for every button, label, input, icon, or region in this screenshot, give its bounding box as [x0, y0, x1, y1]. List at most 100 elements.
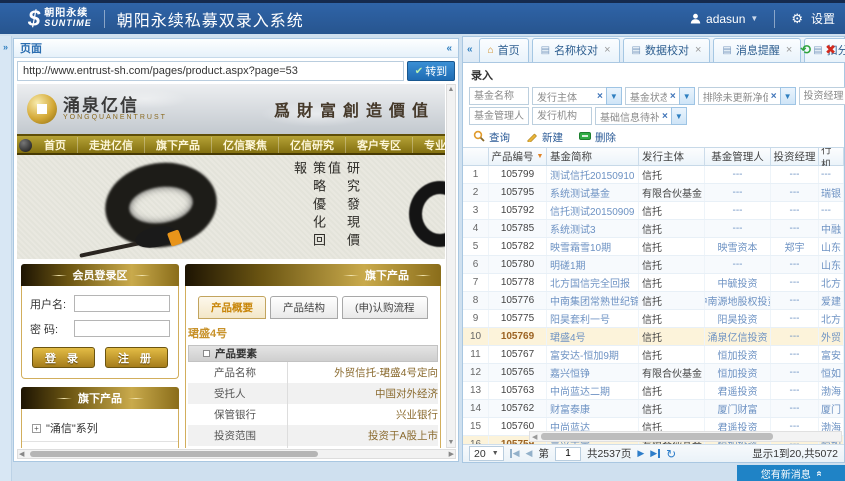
table-row[interactable]: 10105769珺盛4号信托涌泉亿信投资---外贸 [463, 328, 844, 346]
manager-link[interactable]: 厦门财富 [705, 400, 771, 417]
grid-horizontal-scrollbar[interactable]: ◀ [529, 431, 842, 442]
chevron-down-icon[interactable]: ▼ [780, 87, 796, 105]
manager-link[interactable]: --- [705, 166, 771, 183]
manager-link[interactable]: 君遥投资 [705, 382, 771, 399]
close-icon[interactable]: × [695, 44, 701, 56]
site-nav-item[interactable]: 亿信研究 [279, 137, 346, 153]
scroll-up-icon[interactable]: ▲ [448, 86, 455, 93]
manager-link[interactable]: 映雪资本 [705, 238, 771, 255]
create-button[interactable]: 新建 [526, 130, 563, 145]
fund-name-link[interactable]: 嘉兴恒铮 [547, 364, 639, 381]
site-password-field[interactable] [74, 320, 170, 337]
site-nav-item[interactable]: 亿信聚焦 [212, 137, 279, 153]
first-page-button[interactable]: ◀ [510, 448, 520, 459]
manager-link[interactable]: --- [705, 184, 771, 201]
fund-name-link[interactable]: 系统测试3 [547, 220, 639, 237]
collapse-left-icon[interactable]: « [446, 43, 452, 54]
product-tab[interactable]: 产品结构 [270, 296, 338, 319]
filter-combo[interactable]: 发行主体×▼ [532, 87, 622, 105]
manager-link[interactable]: --- [705, 220, 771, 237]
go-button[interactable]: ✔ 转到 [407, 61, 455, 81]
fund-name-link[interactable]: 中南集团常熟世纪锦城 [547, 292, 639, 309]
user-menu[interactable]: adasun ▼ [690, 12, 758, 26]
fund-name-link[interactable]: 明磋1期 [547, 256, 639, 273]
manager-link[interactable]: 涌泉亿信投资 [705, 328, 771, 345]
fund-name-link[interactable]: 珺盛4号 [547, 328, 639, 345]
table-row[interactable]: 1105799测试信托20150910信托--------- [463, 166, 844, 184]
table-row[interactable]: 12105765嘉兴恒铮有限合伙基金恒加投资---恒如 [463, 364, 844, 382]
tree-item[interactable]: +"涌信"系列 [22, 415, 178, 442]
grid-header-org[interactable]: 发行机构 [819, 148, 844, 165]
site-nav-item[interactable]: 旗下产品 [145, 137, 212, 153]
product-tab[interactable]: (申)认购流程 [342, 296, 428, 319]
scroll-left-icon[interactable]: ◀ [532, 433, 537, 441]
tab-首页[interactable]: ⌂首页 [479, 38, 529, 62]
settings-button[interactable]: ⚙ 设置 [791, 10, 835, 27]
fund-name-link[interactable]: 北方国信完全回报 [547, 274, 639, 291]
fund-name-link[interactable]: 富安达-恒加9期 [547, 346, 639, 363]
fund-name-link[interactable]: 测试信托20150910 [547, 166, 639, 183]
fund-name-link[interactable]: 信托测试20150909 [547, 202, 639, 219]
manager-link[interactable]: --- [705, 256, 771, 273]
site-nav-item[interactable]: 专业理财 [413, 137, 445, 153]
refresh-icon[interactable]: ⟲ [800, 42, 811, 58]
checkbox-icon[interactable] [203, 350, 210, 357]
filter-input[interactable] [532, 107, 592, 125]
manager-link[interactable]: 恒加投资 [705, 364, 771, 381]
scrollbar-thumb[interactable] [541, 433, 773, 440]
reload-icon[interactable]: ↻ [666, 447, 676, 461]
table-row[interactable]: 13105763中尚蓝达二期信托君遥投资---渤海 [463, 382, 844, 400]
table-row[interactable]: 9105775阳昊套利一号信托阳昊投资---北方 [463, 310, 844, 328]
filter-input[interactable] [799, 87, 845, 105]
delete-button[interactable]: 删除 [579, 130, 616, 145]
table-row[interactable]: 5105782映雪霜雪10期信托映雪资本郑宇山东 [463, 238, 844, 256]
close-all-icon[interactable]: ✖ [825, 42, 836, 58]
prev-page-button[interactable]: ◀ [526, 448, 533, 459]
tab-名称校对[interactable]: ▤名称校对× [532, 38, 620, 62]
site-nav-item[interactable]: 走进亿信 [78, 137, 145, 153]
table-row[interactable]: 14105762财富泰康信托厦门财富---厦门 [463, 400, 844, 418]
close-icon[interactable]: × [786, 44, 792, 56]
filter-combo[interactable]: 基础信息待补×▼ [595, 107, 687, 125]
chevron-down-icon[interactable]: ▼ [671, 107, 687, 125]
table-row[interactable]: 11105767富安达-恒加9期信托恒加投资---富安 [463, 346, 844, 364]
fund-name-link[interactable]: 映雪霜雪10期 [547, 238, 639, 255]
manager-link[interactable]: 恒加投资 [705, 346, 771, 363]
collapse-right-icon[interactable]: « [467, 44, 473, 55]
fund-name-link[interactable]: 系统测试基金 [547, 184, 639, 201]
chevron-down-icon[interactable]: ▼ [679, 87, 695, 105]
url-input[interactable] [17, 61, 404, 81]
filter-input[interactable] [469, 107, 529, 125]
table-row[interactable]: 3105792信托测试20150909信托--------- [463, 202, 844, 220]
scroll-right-icon[interactable]: ▶ [449, 450, 454, 458]
manager-link[interactable]: 中南源地股权投资 [705, 292, 771, 309]
tree-item[interactable]: -"珺盛"系列 [22, 442, 178, 448]
grid-header-issuer[interactable]: 发行主体 [639, 148, 705, 165]
close-icon[interactable]: × [604, 44, 610, 56]
scroll-left-icon[interactable]: ◀ [19, 450, 24, 458]
manager-link[interactable]: 阳昊投资 [705, 310, 771, 327]
tab-消息提醒[interactable]: ▤消息提醒× [713, 38, 801, 62]
table-row[interactable]: 7105778北方国信完全回报信托中毓投资---北方 [463, 274, 844, 292]
grid-header-product-id[interactable]: 产品编号▼ [489, 148, 547, 165]
manager-link[interactable]: --- [705, 202, 771, 219]
page-number-input[interactable] [555, 447, 581, 461]
register-button[interactable]: 注 册 [105, 347, 168, 368]
grid-header-manager[interactable]: 基金管理人 [705, 148, 771, 165]
next-page-button[interactable]: ▶ [637, 448, 644, 459]
filter-combo[interactable]: 排除未更新净值基金×▼ [698, 87, 796, 105]
scroll-down-icon[interactable]: ▼ [448, 439, 455, 446]
fund-name-link[interactable]: 中尚蓝达二期 [547, 382, 639, 399]
table-row[interactable]: 2105795系统测试基金有限合伙基金------瑞银 [463, 184, 844, 202]
login-button[interactable]: 登 录 [32, 347, 95, 368]
scrollbar-thumb[interactable] [30, 451, 318, 457]
page-size-select[interactable]: 20 ▼ [469, 446, 504, 461]
site-nav-item[interactable]: 首页 [33, 137, 78, 153]
filter-combo[interactable]: 基金状态×▼ [625, 87, 695, 105]
last-page-button[interactable]: ▶ [650, 448, 660, 459]
left-expand-strip[interactable]: » [0, 36, 12, 481]
expand-icon[interactable]: + [32, 424, 41, 433]
fund-name-link[interactable]: 财富泰康 [547, 400, 639, 417]
site-username-field[interactable] [74, 295, 170, 312]
site-nav-item[interactable]: 客户专区 [346, 137, 413, 153]
